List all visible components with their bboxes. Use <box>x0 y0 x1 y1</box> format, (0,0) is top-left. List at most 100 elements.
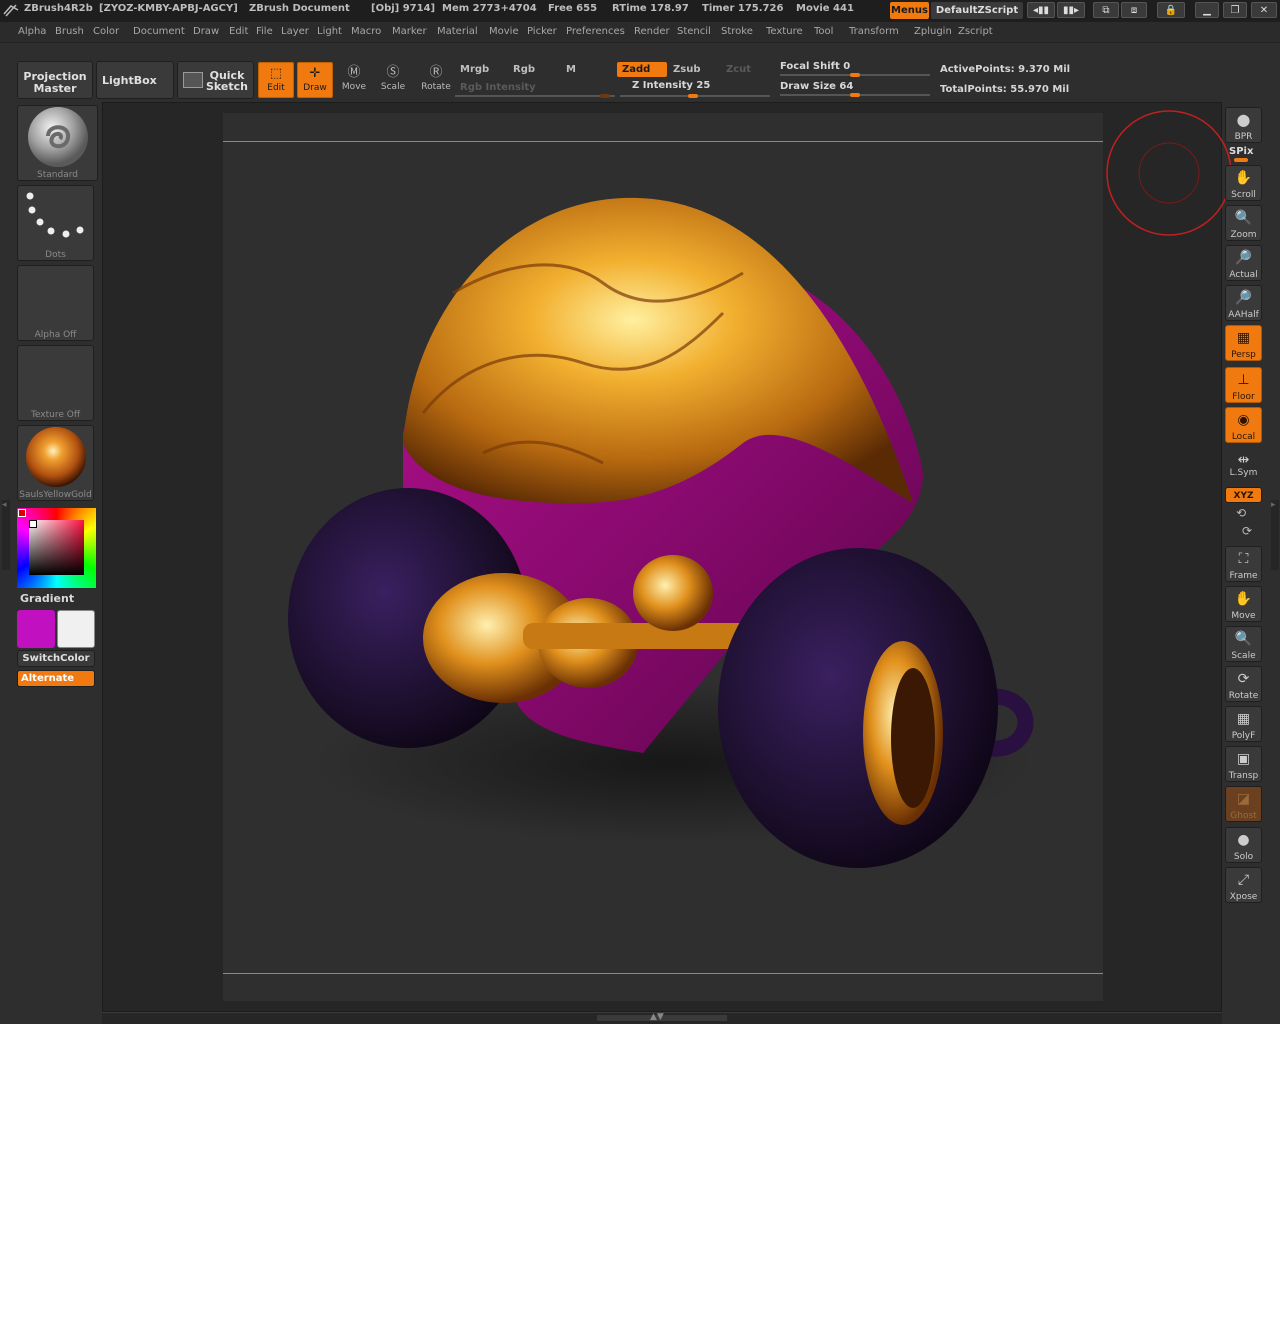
menu-color[interactable]: Color <box>93 26 119 37</box>
rotate-z-icon[interactable]: ⟳ <box>1242 524 1252 538</box>
restore-icon[interactable]: ❐ <box>1223 2 1247 18</box>
floor-button[interactable]: ⊥ Floor <box>1225 367 1262 403</box>
rgb-intensity-slider[interactable]: Rgb Intensity <box>455 80 615 95</box>
z-intensity-knob[interactable] <box>687 94 698 98</box>
transp-button[interactable]: ▣ Transp <box>1225 746 1262 782</box>
quick-sketch-button[interactable]: Quick Sketch <box>177 61 254 99</box>
menu-draw[interactable]: Draw <box>193 26 219 37</box>
default-zscript-button[interactable]: DefaultZScript <box>931 2 1023 19</box>
menu-macro[interactable]: Macro <box>351 26 381 37</box>
rotate-button[interactable]: Ⓡ Rotate <box>418 62 454 98</box>
rotate-y-icon[interactable]: ⟲ <box>1236 506 1246 520</box>
move-button[interactable]: ✋ Move <box>1225 586 1262 622</box>
hotrod-model-render[interactable] <box>223 113 1103 1001</box>
minimize-icon[interactable]: ▁ <box>1195 2 1219 18</box>
secondary-color-swatch[interactable] <box>57 610 95 648</box>
menu-preferences[interactable]: Preferences <box>566 26 625 37</box>
menu-zscript[interactable]: Zscript <box>958 26 993 37</box>
rgb-intensity-knob[interactable] <box>600 94 610 98</box>
menu-marker[interactable]: Marker <box>392 26 427 37</box>
projection-master-button[interactable]: Projection Master <box>17 61 93 99</box>
frame-button[interactable]: ⛶ Frame <box>1225 546 1262 582</box>
mrgb-toggle[interactable]: Mrgb <box>455 62 505 77</box>
lsym-button[interactable]: ⇹ L.Sym <box>1225 452 1262 480</box>
aahalf-button[interactable]: 🔎 AAHalf <box>1225 285 1262 321</box>
menu-stencil[interactable]: Stencil <box>677 26 711 37</box>
xpose-button[interactable]: ⤢ Xpose <box>1225 867 1262 903</box>
local-button[interactable]: ◉ Local <box>1225 407 1262 443</box>
focal-shift-slider[interactable]: Focal Shift 0 <box>780 61 850 72</box>
stroke-selector[interactable]: Dots <box>17 185 94 261</box>
saturation-square[interactable] <box>29 520 84 575</box>
polyf-button[interactable]: ▦ PolyF <box>1225 706 1262 742</box>
persp-button[interactable]: ▦ Persp <box>1225 325 1262 361</box>
menu-picker[interactable]: Picker <box>527 26 557 37</box>
menu-render[interactable]: Render <box>634 26 670 37</box>
switch-color-button[interactable]: SwitchColor <box>17 650 95 667</box>
scroll-left-icon[interactable]: ◂▮▮ <box>1027 2 1055 18</box>
z-intensity-slider[interactable]: Z Intensity 25 <box>632 80 710 91</box>
color-picker[interactable] <box>17 508 96 588</box>
primary-color-swatch[interactable] <box>17 610 55 648</box>
spix-slider[interactable]: SPix <box>1229 146 1253 157</box>
menu-edit[interactable]: Edit <box>229 26 248 37</box>
draw-size-knob[interactable] <box>849 93 860 97</box>
zoom-button[interactable]: 🔍 Zoom <box>1225 205 1262 241</box>
menu-movie[interactable]: Movie <box>489 26 519 37</box>
layout-icon[interactable]: ⧉ <box>1093 2 1119 18</box>
zcut-toggle[interactable]: Zcut <box>721 62 769 77</box>
rotate-icon: Ⓡ <box>429 65 443 80</box>
canvas-area[interactable] <box>102 102 1232 1012</box>
layout-alt-icon[interactable]: ⧈ <box>1121 2 1147 18</box>
zadd-toggle[interactable]: Zadd <box>617 62 667 77</box>
ghost-label: Ghost <box>1230 811 1257 821</box>
menu-texture[interactable]: Texture <box>766 26 803 37</box>
close-icon[interactable]: ✕ <box>1251 2 1277 18</box>
zsub-toggle[interactable]: Zsub <box>668 62 718 77</box>
solo-button[interactable]: ● Solo <box>1225 827 1262 863</box>
menu-file[interactable]: File <box>256 26 273 37</box>
alternate-button[interactable]: Alternate <box>17 670 95 687</box>
menu-layer[interactable]: Layer <box>281 26 309 37</box>
scale-button[interactable]: Ⓢ Scale <box>377 62 409 98</box>
m-toggle[interactable]: M <box>561 62 613 77</box>
menus-button[interactable]: Menus <box>890 2 929 19</box>
alpha-selector[interactable]: Alpha Off <box>17 265 94 341</box>
rotate-button[interactable]: ⟳ Rotate <box>1225 666 1262 702</box>
lock-icon[interactable]: 🔒 <box>1157 2 1185 18</box>
menu-tool[interactable]: Tool <box>814 26 833 37</box>
tray-expand-icon[interactable]: ▲▼ <box>650 1012 664 1022</box>
ghost-icon: ◪ <box>1236 791 1251 807</box>
menu-document[interactable]: Document <box>133 26 185 37</box>
scroll-button[interactable]: ✋ Scroll <box>1225 165 1262 201</box>
menu-stroke[interactable]: Stroke <box>721 26 753 37</box>
menu-alpha[interactable]: Alpha <box>18 26 46 37</box>
spix-knob[interactable] <box>1234 158 1248 162</box>
ghost-button[interactable]: ◪ Ghost <box>1225 786 1262 822</box>
brush-selector[interactable]: Standard <box>17 105 98 181</box>
document-canvas[interactable] <box>223 113 1103 1001</box>
move-button[interactable]: Ⓜ Move <box>338 62 370 98</box>
draw-button[interactable]: ✛ Draw <box>297 62 333 98</box>
xyz-button[interactable]: ⟲XYZ <box>1225 487 1262 503</box>
menu-zplugin[interactable]: Zplugin <box>914 26 952 37</box>
lightbox-button[interactable]: LightBox <box>96 61 174 99</box>
bpr-button[interactable]: ● BPR <box>1225 107 1262 143</box>
actual-button[interactable]: 🔎 Actual <box>1225 245 1262 281</box>
scroll-right-icon[interactable]: ▮▮▸ <box>1057 2 1085 18</box>
menu-transform[interactable]: Transform <box>849 26 899 37</box>
rgb-toggle[interactable]: Rgb <box>508 62 558 77</box>
scale-button[interactable]: 🔍 Scale <box>1225 626 1262 662</box>
bpr-label: BPR <box>1234 132 1253 142</box>
right-tray-toggle-icon[interactable]: ▸ <box>1271 500 1279 570</box>
edit-button[interactable]: ⬚ Edit <box>258 62 294 98</box>
focal-shift-knob[interactable] <box>850 73 860 77</box>
menu-material[interactable]: Material <box>437 26 478 37</box>
texture-selector[interactable]: Texture Off <box>17 345 94 421</box>
gradient-label[interactable]: Gradient <box>20 592 74 605</box>
left-tray-toggle-icon[interactable]: ◂ <box>2 500 10 570</box>
menu-light[interactable]: Light <box>317 26 342 37</box>
material-selector[interactable]: SaulsYellowGold <box>17 425 94 501</box>
menu-brush[interactable]: Brush <box>55 26 84 37</box>
draw-size-slider[interactable]: Draw Size 64 <box>780 81 853 92</box>
